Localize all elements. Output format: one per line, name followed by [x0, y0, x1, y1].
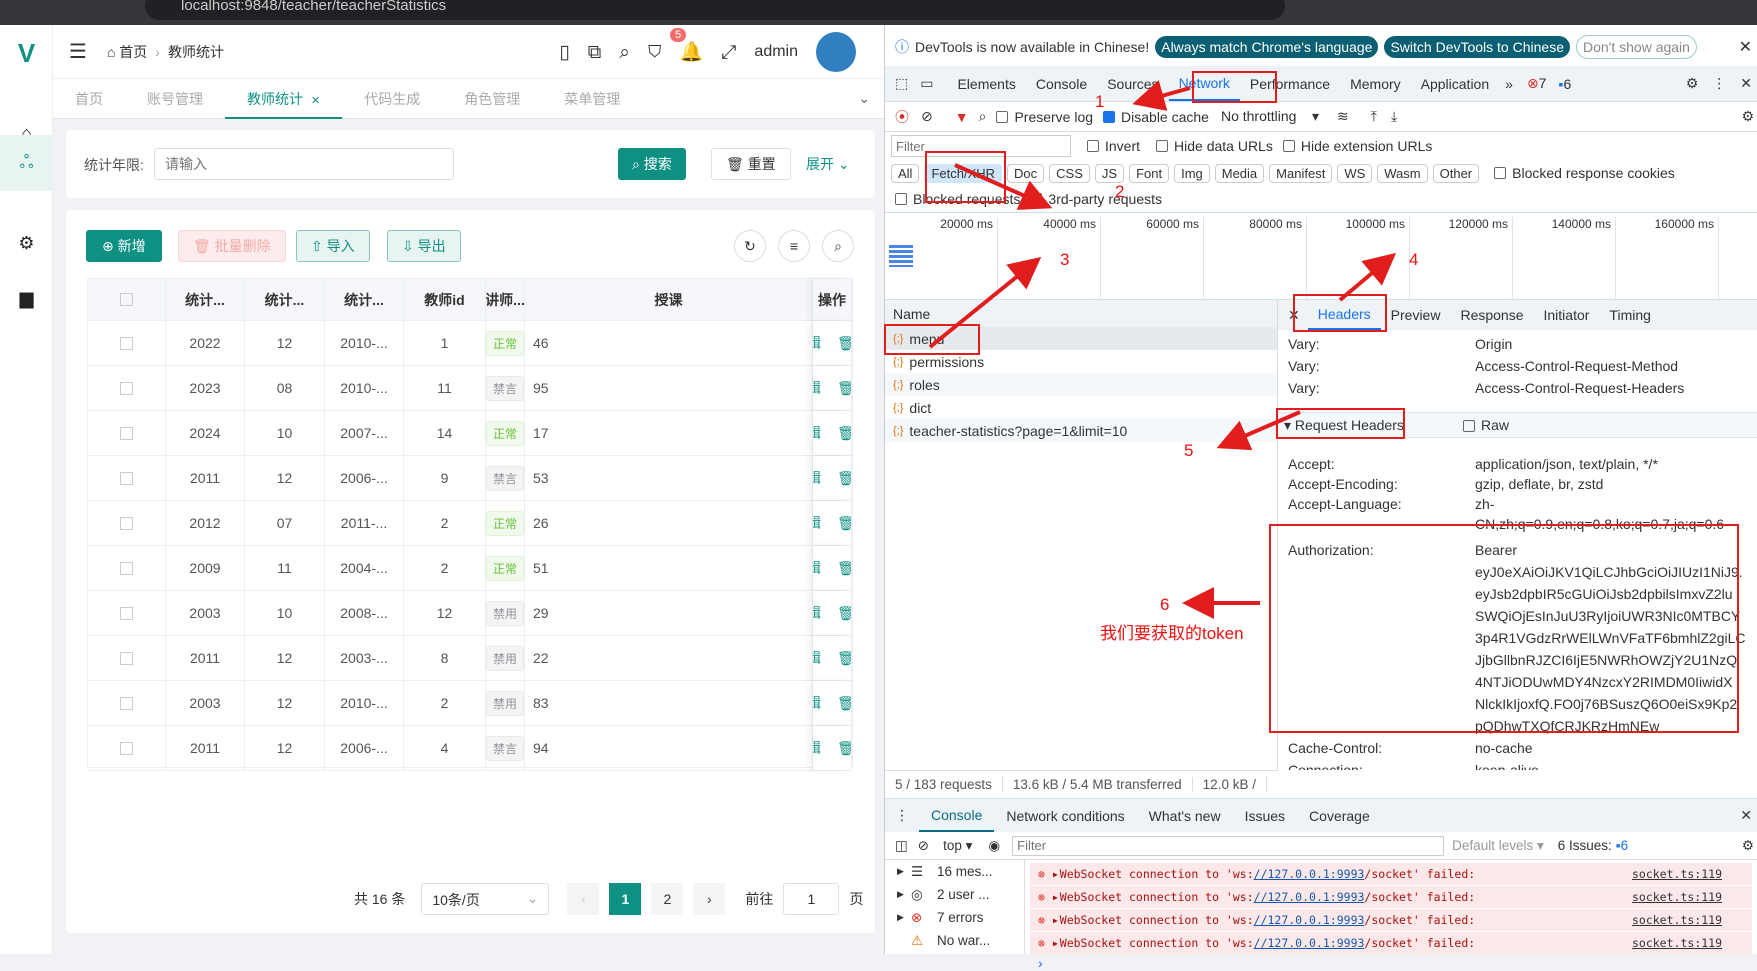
annotation-box-fetch — [925, 151, 1006, 203]
annotation-arrow-4 — [1338, 252, 1397, 302]
annotation-number-1: 1 — [1095, 92, 1105, 111]
annotation-number-5: 5 — [1184, 441, 1194, 460]
annotation-number-3: 3 — [1060, 250, 1070, 269]
annotation-arrow-2 — [954, 163, 1053, 210]
annotation-arrow-5 — [1216, 410, 1301, 451]
annotation-box-menu — [884, 324, 980, 355]
annotation-number-6: 6 — [1160, 595, 1170, 614]
annotation-number-4: 4 — [1409, 250, 1419, 269]
annotation-arrow-1 — [1132, 80, 1191, 111]
console-prompt[interactable]: › — [1030, 955, 1757, 971]
annotation-token-note: 我们要获取的token — [1100, 624, 1244, 643]
annotation-overlay — [884, 71, 1739, 733]
annotation-box-network — [1192, 71, 1277, 103]
annotation-arrow-3 — [928, 256, 1042, 349]
annotation-box-headers — [1293, 294, 1387, 332]
annotation-box-authorization — [1269, 524, 1739, 733]
annotation-number-2: 2 — [1115, 182, 1125, 201]
